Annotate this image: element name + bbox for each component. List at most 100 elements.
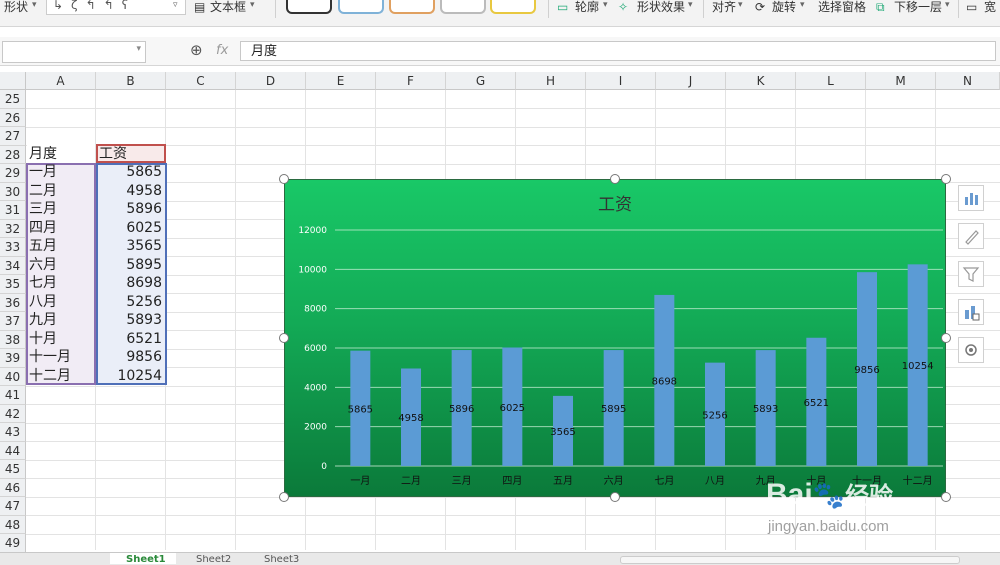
connector-gallery[interactable]: ↳ζ↰↰ʕ — [46, 0, 186, 15]
row-header[interactable]: 35 — [0, 275, 26, 294]
row-header[interactable]: 28 — [0, 145, 26, 164]
column-header-l[interactable]: L — [796, 72, 866, 90]
table-row-salary[interactable]: 5895 — [96, 256, 166, 275]
row-header[interactable]: 39 — [0, 349, 26, 368]
column-header-e[interactable]: E — [306, 72, 376, 90]
table-row-month[interactable]: 八月 — [27, 293, 95, 312]
column-header-n[interactable]: N — [936, 72, 1000, 90]
table-row-month[interactable]: 九月 — [27, 311, 95, 330]
shape-style-orange[interactable] — [389, 0, 435, 14]
row-header[interactable]: 48 — [0, 515, 26, 534]
align-button[interactable]: 对齐 — [712, 0, 736, 14]
textbox-button[interactable]: 文本框 — [210, 0, 246, 14]
column-header-b[interactable]: B — [96, 72, 166, 90]
rotate-icon[interactable]: ⟳ — [755, 0, 765, 14]
row-header[interactable]: 47 — [0, 497, 26, 516]
row-header[interactable]: 33 — [0, 238, 26, 257]
row-header[interactable]: 40 — [0, 367, 26, 386]
table-row-month[interactable]: 六月 — [27, 256, 95, 275]
table-row-salary[interactable]: 6025 — [96, 219, 166, 238]
chevron-down-icon[interactable]: ▾ — [136, 44, 141, 54]
formula-input[interactable]: 月度 — [240, 41, 996, 61]
table-row-salary[interactable]: 5896 — [96, 200, 166, 219]
outline-icon[interactable]: ▭ — [557, 0, 568, 14]
name-box[interactable]: ▾ — [2, 41, 146, 63]
dropdown-arrow-icon[interactable]: ▾ — [945, 0, 950, 10]
horizontal-scrollbar[interactable] — [620, 556, 960, 564]
table-row-month[interactable]: 十二月 — [27, 367, 95, 386]
resize-handle[interactable] — [610, 174, 620, 184]
fx-label[interactable]: fx — [216, 43, 228, 58]
chart-filter-button[interactable] — [958, 261, 984, 287]
table-row-salary[interactable]: 3565 — [96, 237, 166, 256]
rotate-button[interactable]: 旋转 — [772, 0, 796, 14]
column-header-a[interactable]: A — [26, 72, 96, 90]
shapes-menu[interactable]: 形状 — [4, 0, 28, 14]
row-header[interactable]: 25 — [0, 90, 26, 109]
column-header-h[interactable]: H — [516, 72, 586, 90]
row-header[interactable]: 43 — [0, 423, 26, 442]
column-header-d[interactable]: D — [236, 72, 306, 90]
row-header[interactable]: 34 — [0, 256, 26, 275]
zoom-icon[interactable]: ⊕ — [190, 41, 203, 59]
sheet-tab-1[interactable]: Sheet1 — [126, 555, 166, 564]
chart-style-button[interactable] — [958, 223, 984, 249]
table-header-month[interactable]: 月度 — [27, 145, 95, 164]
row-header[interactable]: 29 — [0, 164, 26, 183]
outline-button[interactable]: 轮廓 — [575, 0, 599, 14]
dropdown-arrow-icon[interactable]: ▾ — [250, 0, 255, 10]
shape-style-blue[interactable] — [338, 0, 384, 14]
shape-effect-icon[interactable]: ✧ — [618, 0, 628, 14]
row-header[interactable]: 46 — [0, 478, 26, 497]
dropdown-arrow-icon[interactable]: ▾ — [32, 0, 37, 10]
table-row-month[interactable]: 一月 — [27, 163, 95, 182]
resize-handle[interactable] — [941, 174, 951, 184]
table-row-salary[interactable]: 10254 — [96, 367, 166, 386]
table-header-salary[interactable]: 工资 — [96, 145, 166, 164]
table-row-month[interactable]: 四月 — [27, 219, 95, 238]
send-backward-button[interactable]: 下移一层 — [894, 0, 942, 14]
column-header-i[interactable]: I — [586, 72, 656, 90]
resize-handle[interactable] — [279, 492, 289, 502]
table-row-month[interactable]: 三月 — [27, 200, 95, 219]
resize-handle[interactable] — [941, 333, 951, 343]
table-row-month[interactable]: 二月 — [27, 182, 95, 201]
table-row-month[interactable]: 十月 — [27, 330, 95, 349]
column-header-g[interactable]: G — [446, 72, 516, 90]
chart-elements-button[interactable] — [958, 185, 984, 211]
table-row-month[interactable]: 七月 — [27, 274, 95, 293]
dropdown-arrow-icon[interactable]: ▾ — [738, 0, 743, 10]
row-header[interactable]: 38 — [0, 330, 26, 349]
table-row-salary[interactable]: 6521 — [96, 330, 166, 349]
shape-style-black[interactable] — [286, 0, 332, 14]
dropdown-arrow-icon[interactable]: ▾ — [603, 0, 608, 10]
column-header-m[interactable]: M — [866, 72, 936, 90]
chart-type-button[interactable] — [958, 299, 984, 325]
row-header[interactable]: 26 — [0, 108, 26, 127]
row-header[interactable]: 49 — [0, 534, 26, 553]
send-backward-icon[interactable]: ⧉ — [876, 0, 885, 14]
resize-handle[interactable] — [941, 492, 951, 502]
row-header[interactable]: 36 — [0, 293, 26, 312]
table-row-month[interactable]: 十一月 — [27, 348, 95, 367]
shape-effect-button[interactable]: 形状效果 — [637, 0, 685, 14]
row-header[interactable]: 32 — [0, 219, 26, 238]
row-header[interactable]: 42 — [0, 404, 26, 423]
row-header[interactable]: 44 — [0, 441, 26, 460]
row-header[interactable]: 27 — [0, 127, 26, 146]
row-header[interactable]: 31 — [0, 201, 26, 220]
shape-style-yellow[interactable] — [490, 0, 536, 14]
column-header-k[interactable]: K — [726, 72, 796, 90]
width-icon[interactable]: ▭ — [966, 0, 977, 14]
resize-handle[interactable] — [610, 492, 620, 502]
selection-pane-button[interactable]: 选择窗格 — [818, 0, 866, 14]
table-row-salary[interactable]: 5256 — [96, 293, 166, 312]
row-header[interactable]: 45 — [0, 460, 26, 479]
table-row-salary[interactable]: 5893 — [96, 311, 166, 330]
dropdown-arrow-icon[interactable]: ▾ — [688, 0, 693, 10]
sheet-tab-3[interactable]: Sheet3 — [264, 555, 299, 564]
table-row-month[interactable]: 五月 — [27, 237, 95, 256]
table-row-salary[interactable]: 9856 — [96, 348, 166, 367]
column-header-c[interactable]: C — [166, 72, 236, 90]
resize-handle[interactable] — [279, 174, 289, 184]
